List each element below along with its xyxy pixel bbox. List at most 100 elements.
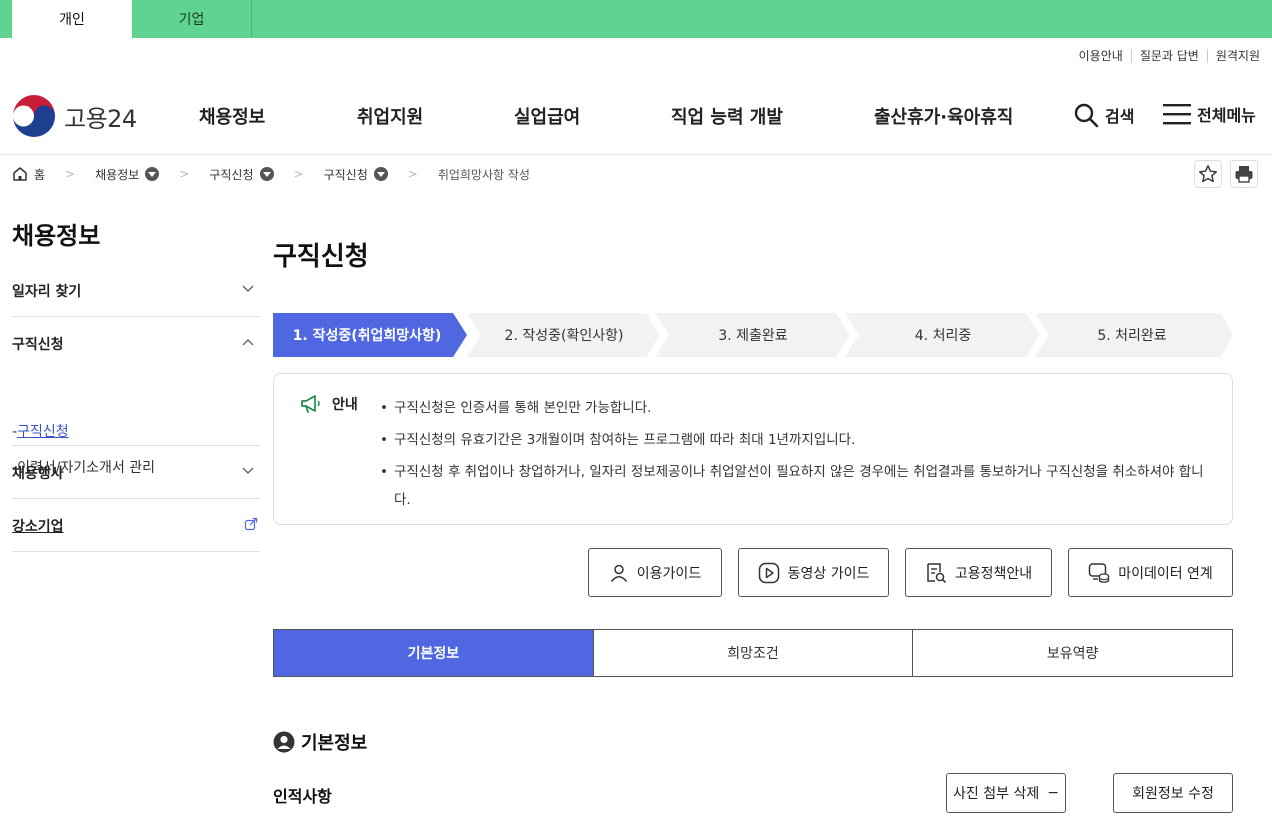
sidebar-item-small-giants[interactable]: 강소기업 (12, 499, 260, 552)
user-guide-button[interactable]: 이용가이드 (588, 548, 722, 597)
link-remote-support[interactable]: 원격지원 (1206, 49, 1260, 63)
chevron-up-icon (242, 339, 254, 346)
sidebar-item-label: 강소기업 (12, 519, 64, 535)
sidebar-item-find-jobs[interactable]: 일자리 찾기 (12, 264, 260, 317)
link-qna[interactable]: 질문과 답변 (1130, 49, 1207, 63)
notice-item: 구직신청은 인증서를 통해 본인만 가능합니다. (380, 394, 1210, 422)
link-guide[interactable]: 이용안내 (1071, 49, 1131, 63)
sidebar-title: 채용정보 (12, 222, 101, 250)
all-menu-label: 전체메뉴 (1197, 106, 1256, 125)
breadcrumb-current: 취업희망사항 작성 (438, 166, 530, 183)
subsection-title: 인적사항 (273, 787, 332, 806)
step-3: 3. 제출완료 (718, 328, 788, 344)
header-divider (0, 154, 1272, 155)
print-button[interactable] (1230, 160, 1258, 188)
document-search-icon (927, 562, 946, 583)
video-guide-button[interactable]: 동영상 가이드 (738, 548, 889, 597)
chevron-right-icon: > (65, 167, 76, 181)
step-4: 4. 처리중 (914, 328, 972, 344)
printer-icon (1235, 166, 1253, 183)
button-label: 마이데이터 연계 (1118, 565, 1213, 582)
tab-desired-conditions[interactable]: 희망조건 (592, 630, 913, 676)
favorite-button[interactable] (1194, 160, 1222, 188)
dropdown-circle-icon[interactable] (373, 167, 388, 181)
progress-steps: 1. 작성중(취업희망사항) 2. 작성중(확인사항) 3. 제출완료 4. 처… (273, 313, 1233, 357)
top-audience-bar: 개인 기업 (0, 0, 1272, 38)
site-logo[interactable]: 고용24 (12, 94, 137, 138)
sidebar-subitem-apply[interactable]: -구직신청 (12, 421, 69, 441)
notice-label: 안내 (300, 394, 358, 414)
breadcrumb-item-jobs[interactable]: 채용정보 (95, 166, 160, 183)
step-2: 2. 작성중(확인사항) (504, 328, 624, 344)
tab-business[interactable]: 기업 (132, 0, 252, 38)
chevron-right-icon: > (407, 167, 418, 181)
person-icon (610, 564, 627, 582)
mydata-link-button[interactable]: 마이데이터 연계 (1068, 548, 1233, 597)
gnb-unemployment-benefit[interactable]: 실업급여 (514, 103, 580, 129)
notice-label-text: 안내 (332, 397, 358, 413)
section-title-text: 기본정보 (301, 733, 368, 754)
search-button[interactable]: 검색 (1073, 102, 1134, 128)
section-title: 기본정보 (273, 729, 367, 755)
breadcrumb-current-label: 취업희망사항 작성 (437, 167, 530, 182)
page-title: 구직신청 (273, 242, 369, 272)
user-circle-icon (273, 731, 295, 753)
utility-links: 이용안내 질문과 답변 원격지원 (1071, 49, 1260, 63)
gnb-jobs[interactable]: 채용정보 (199, 103, 265, 129)
sidebar-item-job-application[interactable]: 구직신청 -구직신청 -이력서/자기소개서 관리 (12, 317, 260, 476)
gnb-skills-development[interactable]: 직업 능력 개발 (671, 103, 783, 129)
star-icon (1199, 165, 1217, 183)
notice-item: 구직신청 후 취업이나 창업하거나, 일자리 정보제공이나 취업알선이 필요하지… (380, 458, 1210, 514)
tab-personal[interactable]: 개인 (12, 0, 132, 38)
search-icon (1074, 103, 1099, 128)
breadcrumb-home[interactable]: 홈 (12, 166, 45, 183)
dropdown-circle-icon[interactable] (145, 167, 160, 181)
external-link-icon (244, 517, 258, 531)
chevron-right-icon: > (293, 167, 304, 181)
minus-icon: − (1047, 785, 1059, 801)
button-label: 이용가이드 (636, 565, 702, 582)
tab-basic-info[interactable]: 기본정보 (274, 630, 593, 676)
breadcrumb-label: 구직신청 (209, 167, 254, 182)
all-menu-button[interactable]: 전체메뉴 (1163, 102, 1256, 126)
sidebar-item-label: 구직신청 (12, 337, 64, 353)
sidebar-item-label: 채용행사 (12, 466, 64, 482)
notice-item: 구직신청의 유효기간은 3개월이며 참여하는 프로그램에 따라 최대 1년까지입… (380, 426, 1210, 454)
sidebar-menu: 일자리 찾기 구직신청 -구직신청 -이력서/자기소개서 관리 채용행사 강소기… (12, 264, 260, 552)
gnb-parental-leave[interactable]: 출산휴가·육아휴직 (874, 103, 1013, 129)
form-tabs: 기본정보 희망조건 보유역량 (273, 629, 1233, 677)
play-icon (758, 562, 779, 583)
chevron-right-icon: > (179, 167, 190, 181)
breadcrumb-item-apply-sub[interactable]: 구직신청 (324, 166, 388, 183)
taegeuk-logo-icon (13, 95, 55, 137)
notice-list: 구직신청은 인증서를 통해 본인만 가능합니다. 구직신청의 유효기간은 3개월… (380, 394, 1210, 518)
sidebar-subitem-label: 구직신청 (17, 424, 69, 440)
step-5: 5. 처리완료 (1097, 328, 1167, 344)
database-link-icon (1088, 562, 1110, 583)
step-1: 1. 작성중(취업희망사항) (292, 328, 442, 344)
edit-member-info-button[interactable]: 회원정보 수정 (1113, 773, 1233, 813)
gnb-employment-support[interactable]: 취업지원 (357, 103, 423, 129)
breadcrumb-label: 채용정보 (95, 167, 140, 182)
sidebar-item-label: 일자리 찾기 (12, 284, 82, 300)
breadcrumb-label: 구직신청 (323, 167, 368, 182)
button-label: 고용정책안내 (954, 565, 1033, 582)
home-icon (13, 167, 27, 181)
breadcrumb: 홈 > 채용정보 > 구직신청 > 구직신청 > 취업희망사항 작성 (12, 165, 530, 183)
hamburger-icon (1163, 104, 1191, 125)
breadcrumb-home-label: 홈 (34, 167, 46, 182)
photo-attach-delete-button[interactable]: 사진 첨부 삭제 − (946, 773, 1066, 813)
breadcrumb-item-apply[interactable]: 구직신청 (209, 166, 274, 183)
chevron-down-icon (242, 285, 254, 292)
chevron-down-icon (242, 467, 254, 474)
button-label: 동영상 가이드 (787, 565, 870, 582)
sidebar-item-events[interactable]: 채용행사 (12, 446, 260, 499)
dropdown-circle-icon[interactable] (259, 167, 274, 181)
search-label: 검색 (1105, 107, 1135, 126)
megaphone-icon (301, 395, 320, 413)
logo-text: 고용24 (64, 104, 137, 133)
tab-competencies[interactable]: 보유역량 (912, 630, 1232, 676)
policy-guide-button[interactable]: 고용정책안내 (905, 548, 1052, 597)
notice-box: 안내 구직신청은 인증서를 통해 본인만 가능합니다. 구직신청의 유효기간은 … (273, 373, 1233, 525)
button-label: 사진 첨부 삭제 (953, 786, 1040, 802)
